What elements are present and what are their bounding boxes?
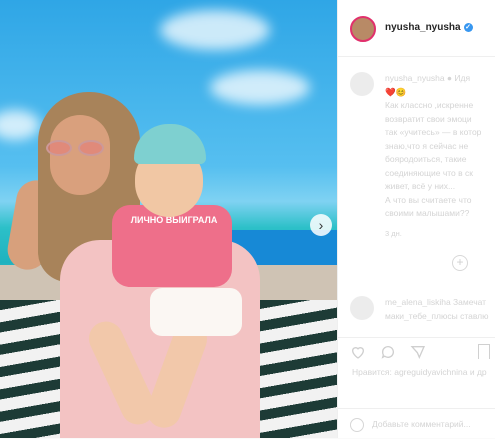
caption-line: своими малышами?? [385, 208, 470, 218]
likes-label: Нравится: agreguidyavichnina и др [352, 367, 487, 377]
likes-text[interactable]: Нравится: agreguidyavichnina и др [352, 366, 495, 380]
comment-line: маки_тебе_плюсы ставлю [385, 310, 489, 321]
post-card: ЛИЧНО ВЫИГРАЛА › nyusha_nyusha ✓ nyusha_n… [0, 0, 495, 438]
load-more-comments-icon[interactable]: + [452, 255, 468, 271]
caption-time: 3 дн. [385, 228, 402, 238]
post-author[interactable]: nyusha_nyusha ✓ [385, 22, 473, 33]
sunglasses [46, 140, 108, 158]
comment-input[interactable]: Добавьте комментарий... [372, 418, 471, 432]
caption-line: живет, всё у них... [385, 181, 456, 191]
avatar[interactable] [350, 16, 376, 42]
verified-badge-icon: ✓ [463, 22, 473, 32]
emoji-icon[interactable] [350, 418, 364, 432]
post-side-panel: nyusha_nyusha ✓ nyusha_nyusha ● Идя ❤️😊 К… [337, 0, 495, 438]
child-shorts [150, 288, 242, 336]
caption-line: возвратит свои эмоци [385, 113, 472, 124]
post-photo[interactable]: ЛИЧНО ВЫИГРАЛА › [0, 0, 337, 438]
caption-text: nyusha_nyusha ● Идя ❤️😊 Как классно ,иск… [385, 72, 495, 240]
comment-line: me_alena_liskiha Замечат [385, 297, 487, 307]
action-bar [338, 337, 495, 362]
cloud [210, 70, 310, 105]
carousel-dots [150, 430, 162, 438]
heart-icon[interactable] [350, 344, 366, 360]
cloud [0, 110, 40, 140]
caption-line: А что вы считаете что [385, 194, 472, 205]
caption-line: бояродоиться, такие [385, 154, 467, 164]
next-photo-button[interactable]: › [310, 214, 332, 236]
share-icon[interactable] [410, 344, 426, 360]
caption-line: Как классно ,искренне [385, 100, 474, 110]
post-header: nyusha_nyusha ✓ [338, 0, 495, 57]
comment: me_alena_liskiha Замечат маки_тебе_плюсы… [385, 296, 495, 323]
comment-icon[interactable] [380, 344, 396, 360]
caption-line: знаю,что я сейчас не [385, 140, 469, 151]
username[interactable]: nyusha_nyusha [385, 22, 461, 33]
bookmark-icon[interactable] [478, 344, 490, 359]
caption-line: соединяющие что в ск [385, 167, 473, 178]
caption-avatar[interactable] [350, 72, 374, 96]
caption-line: так «учитесь» — в котор [385, 127, 482, 137]
comment-box: Добавьте комментарий... [338, 408, 495, 439]
child-cap [134, 124, 206, 164]
caption-line: nyusha_nyusha ● Идя [385, 73, 471, 83]
caption-line: ❤️😊 [385, 86, 407, 97]
comment-avatar[interactable] [350, 296, 374, 320]
cloud [160, 10, 270, 50]
